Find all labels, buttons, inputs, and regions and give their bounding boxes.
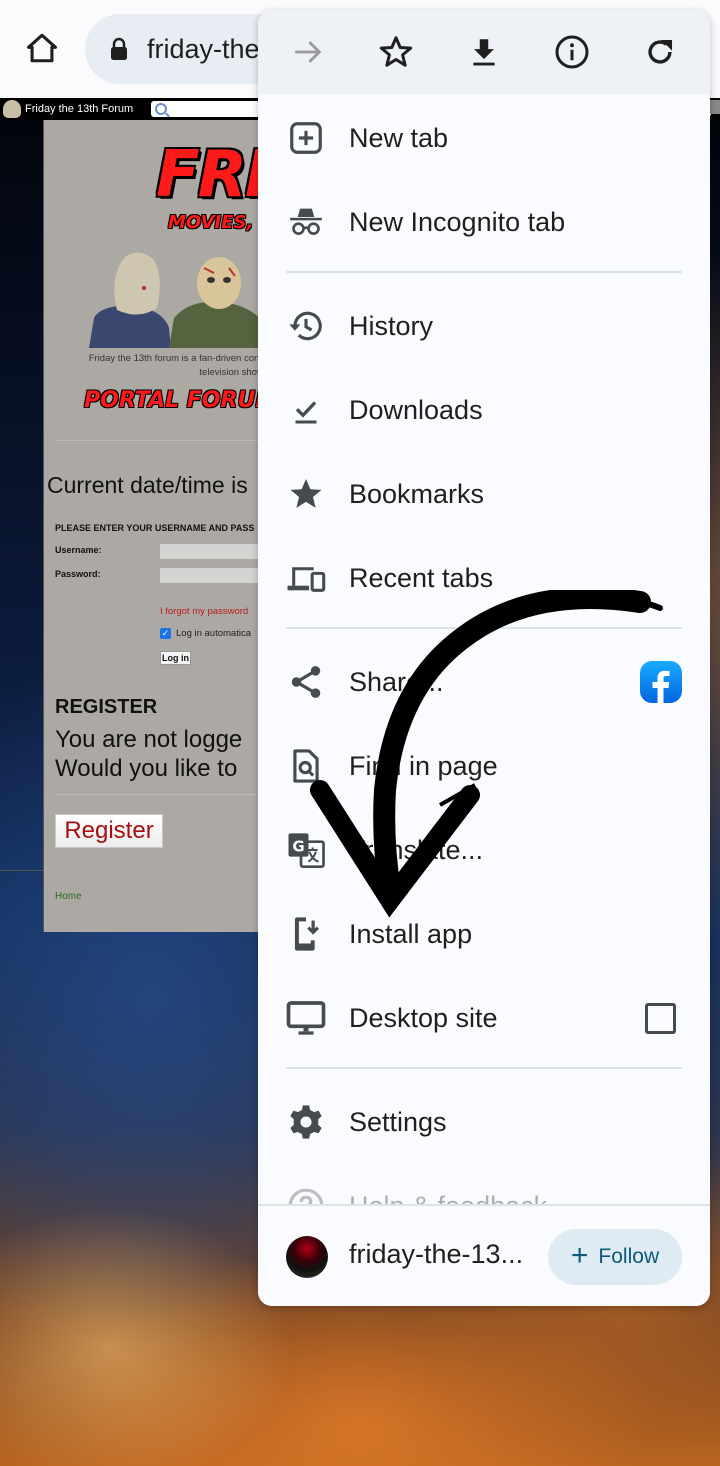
auto-login-label: Log in automatica xyxy=(176,628,251,639)
menu-item-label: Settings xyxy=(349,1106,447,1137)
search-icon xyxy=(155,103,167,115)
devices-icon xyxy=(286,558,326,598)
menu-item-install-app[interactable]: Install app xyxy=(258,892,710,976)
install-app-icon xyxy=(286,914,326,954)
register-text: You are not logge Would you like to xyxy=(55,725,242,783)
facebook-icon[interactable] xyxy=(640,661,682,703)
star-outline-icon xyxy=(379,36,413,67)
menu-item-translate[interactable]: G Translate... xyxy=(258,808,710,892)
arrow-forward-icon xyxy=(295,41,322,63)
tagline-line-1: Friday the 13th forum is a fan-driven co… xyxy=(88,353,260,364)
menu-item-label: Share... xyxy=(349,666,444,697)
menu-divider xyxy=(286,627,682,629)
new-tab-icon xyxy=(286,118,326,158)
downloads-check-icon xyxy=(286,390,326,430)
desktop-site-checkbox[interactable] xyxy=(645,1002,676,1034)
menu-divider xyxy=(286,271,682,273)
menu-item-share[interactable]: Share... xyxy=(258,640,710,724)
forum-logo-icon xyxy=(3,100,21,118)
divider xyxy=(56,440,283,441)
site-name: friday-the-13... xyxy=(349,1239,524,1269)
follow-label: Follow xyxy=(598,1245,660,1268)
masks-illustration xyxy=(89,252,283,348)
password-label: Password: xyxy=(55,569,101,579)
menu-item-history[interactable]: History xyxy=(258,284,710,368)
download-page-button[interactable] xyxy=(456,24,512,80)
translate-icon: G xyxy=(286,830,326,870)
portal-forum-logo[interactable]: PORTAL FORUM AI xyxy=(84,388,283,413)
register-line-2: Would you like to xyxy=(55,755,238,782)
menu-item-label: Install app xyxy=(349,918,473,949)
menu-item-label: New tab xyxy=(349,122,449,153)
menu-item-desktop-site[interactable]: Desktop site xyxy=(258,976,710,1060)
register-line-1: You are not logge xyxy=(55,726,243,753)
menu-item-label: Desktop site xyxy=(349,1002,498,1033)
follow-button[interactable]: + Follow xyxy=(548,1229,682,1285)
history-icon xyxy=(286,306,326,346)
login-button[interactable]: Log in xyxy=(160,651,191,665)
menu-footer: friday-the-13... + Follow xyxy=(258,1206,710,1306)
site-avatar xyxy=(286,1236,328,1278)
forum-content-panel: FRID MOVIES, C Friday the 13th forum is … xyxy=(43,120,283,932)
page-info-button[interactable] xyxy=(544,24,600,80)
menu-item-bookmarks[interactable]: Bookmarks xyxy=(258,452,710,536)
menu-item-settings[interactable]: Settings xyxy=(258,1080,710,1164)
desktop-icon xyxy=(286,998,326,1038)
menu-item-label: Translate... xyxy=(349,834,484,865)
menu-item-label: History xyxy=(349,310,434,341)
lock-icon xyxy=(111,37,127,60)
menu-item-label: Find in page xyxy=(349,750,498,781)
auto-login-option[interactable]: ✓ Log in automatica xyxy=(160,628,251,639)
forum-title[interactable]: Friday the 13th Forum xyxy=(25,103,133,115)
home-icon xyxy=(26,33,58,63)
forgot-password-link[interactable]: I forgot my password xyxy=(160,606,248,617)
home-link[interactable]: Home xyxy=(55,891,82,902)
page-divider xyxy=(0,870,43,871)
register-heading: REGISTER xyxy=(55,696,158,718)
home-button[interactable] xyxy=(22,28,62,68)
forum-tagline: Friday the 13th forum is a fan-driven co… xyxy=(44,352,283,380)
menu-item-downloads[interactable]: Downloads xyxy=(258,368,710,452)
current-datetime: Current date/time is xyxy=(47,472,248,498)
menu-item-label: Downloads xyxy=(349,394,483,425)
divider xyxy=(56,794,283,795)
forward-button[interactable] xyxy=(280,24,336,80)
menu-divider xyxy=(286,1067,682,1069)
auto-login-checkbox[interactable]: ✓ xyxy=(160,628,171,639)
reload-button[interactable] xyxy=(632,24,688,80)
menu-item-find-in-page[interactable]: Find in page xyxy=(258,724,710,808)
chrome-overflow-menu: New tab New Incognito tab History Downlo… xyxy=(258,10,710,1306)
star-filled-icon xyxy=(286,474,326,514)
plus-icon: + xyxy=(570,1238,589,1272)
settings-icon xyxy=(286,1102,326,1142)
menu-item-recent-tabs[interactable]: Recent tabs xyxy=(258,536,710,620)
info-icon xyxy=(555,35,589,69)
menu-item-label: Bookmarks xyxy=(349,478,485,509)
menu-item-new-tab[interactable]: New tab xyxy=(258,96,710,180)
login-heading: PLEASE ENTER YOUR USERNAME AND PASS xyxy=(55,523,255,533)
menu-item-new-incognito-tab[interactable]: New Incognito tab xyxy=(258,180,710,264)
incognito-icon xyxy=(286,202,326,242)
download-icon xyxy=(473,39,495,66)
tagline-line-2: television shows xyxy=(199,367,269,378)
menu-toolbar xyxy=(258,10,710,94)
menu-item-label: Recent tabs xyxy=(349,562,494,593)
reload-icon xyxy=(648,39,673,64)
svg-text:G: G xyxy=(292,838,304,856)
menu-item-label: New Incognito tab xyxy=(349,206,566,237)
find-in-page-icon xyxy=(286,746,326,786)
username-label: Username: xyxy=(55,545,102,555)
register-button[interactable]: Register xyxy=(55,814,163,848)
share-icon xyxy=(286,662,326,702)
bookmark-button[interactable] xyxy=(368,24,424,80)
